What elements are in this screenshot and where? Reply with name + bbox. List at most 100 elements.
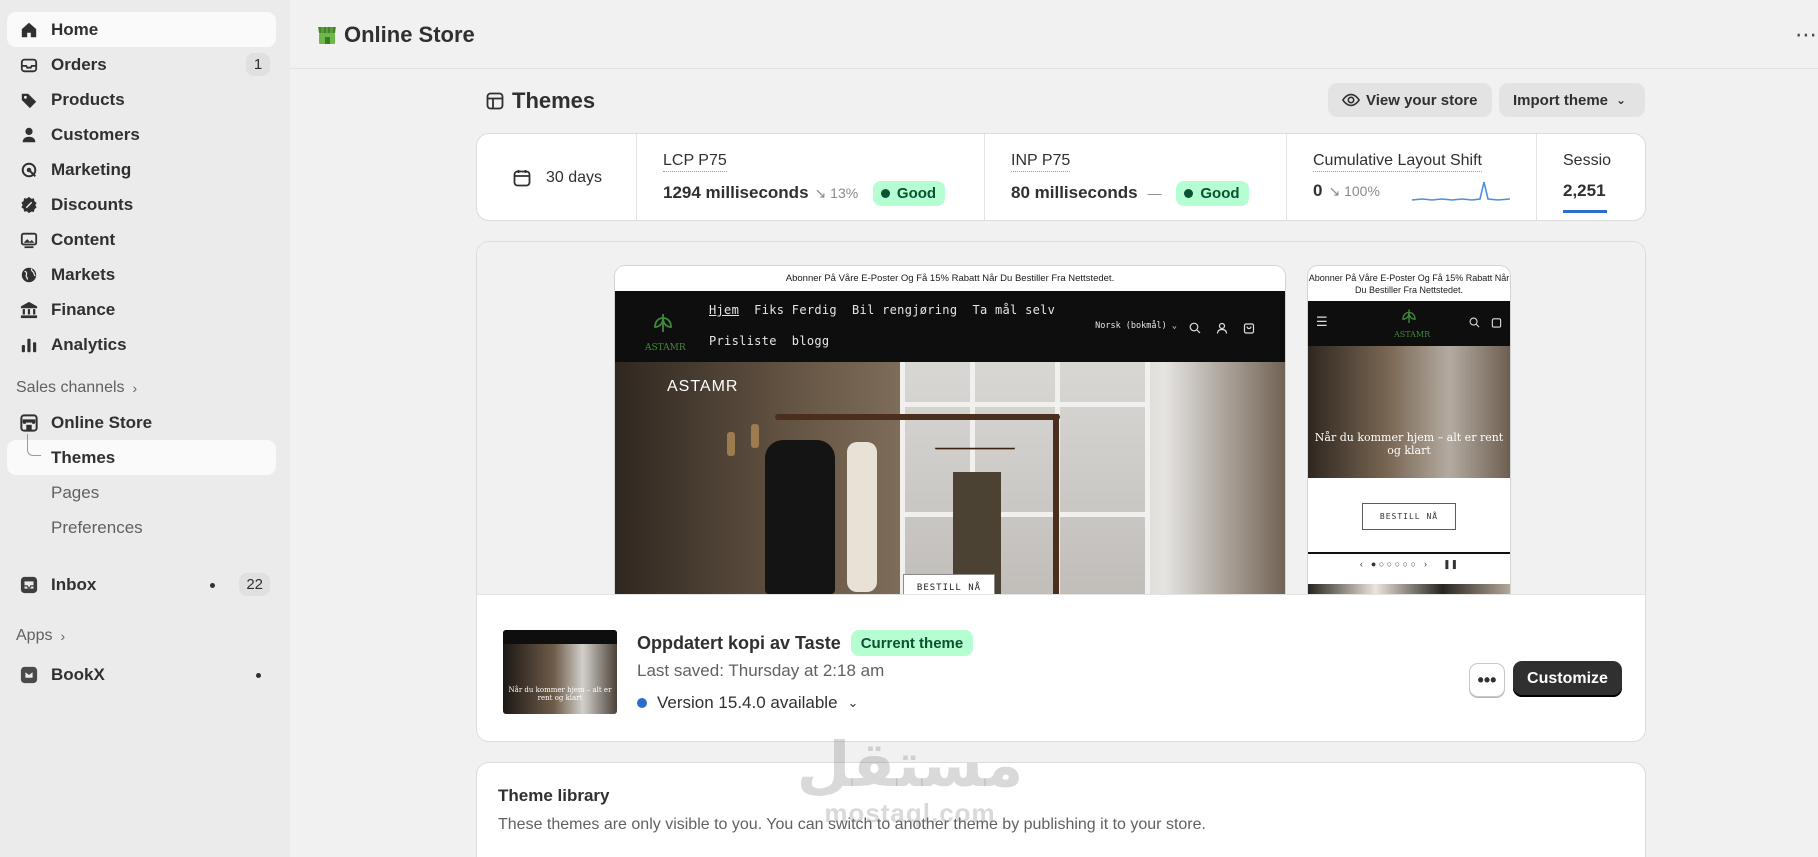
store-logo xyxy=(654,314,672,332)
theme-name: Oppdatert kopi av Taste xyxy=(637,632,841,653)
chevron-down-icon: ⌄ xyxy=(1616,93,1627,107)
lcp-metric[interactable]: LCP P75 1294 milliseconds ↘ 13% Good xyxy=(637,134,985,220)
sidebar-item-customers[interactable]: Customers xyxy=(7,117,276,152)
web-performance-metrics: 30 days LCP P75 1294 milliseconds ↘ 13% G… xyxy=(476,133,1646,221)
unread-dot xyxy=(256,673,261,678)
chevron-left-icon[interactable]: ‹ xyxy=(1360,559,1363,569)
date-range-picker[interactable]: 30 days xyxy=(477,134,637,220)
sidebar-item-preferences[interactable]: Preferences xyxy=(7,510,276,545)
sidebar-item-content[interactable]: Content xyxy=(7,222,276,257)
target-icon xyxy=(20,161,38,179)
more-actions-icon[interactable]: ⋯ xyxy=(1795,22,1818,48)
search-icon[interactable] xyxy=(1189,322,1201,334)
bank-icon xyxy=(20,301,38,319)
chevron-right-icon: › xyxy=(132,379,138,396)
home-icon xyxy=(20,21,38,39)
calendar-icon xyxy=(513,169,531,192)
version-available-dropdown[interactable]: Version 15.4.0 available ⌄ xyxy=(637,693,858,713)
view-store-button[interactable]: View your store xyxy=(1328,83,1492,117)
sidebar-item-finance[interactable]: Finance xyxy=(7,292,276,327)
cls-metric[interactable]: Cumulative Layout Shift 0 ↘ 100% xyxy=(1287,134,1537,220)
top-bar: Online Store ⋯ xyxy=(290,0,1818,69)
theme-actions-button[interactable]: ••• xyxy=(1469,663,1505,697)
announcement-bar: Abonner På Våre E-Poster Og Få 15% Rabat… xyxy=(615,266,1285,291)
theme-library-description: These themes are only visible to you. Yo… xyxy=(498,816,1206,833)
sidebar-item-themes[interactable]: Themes xyxy=(7,434,276,475)
current-theme-row: Når du kommer hjem – alt er rent og klar… xyxy=(477,594,1645,741)
desktop-preview[interactable]: Abonner På Våre E-Poster Og Få 15% Rabat… xyxy=(615,266,1285,594)
sessions-sparkline xyxy=(1563,210,1607,213)
inbox-app-icon xyxy=(20,576,38,594)
tree-branch xyxy=(27,434,41,456)
sidebar-item-markets[interactable]: Markets xyxy=(7,257,276,292)
cls-value: 0 xyxy=(1313,181,1323,200)
theme-library: Theme library These themes are only visi… xyxy=(476,762,1646,857)
chevron-down-icon: ⌄ xyxy=(847,695,859,710)
online-store-icon xyxy=(316,24,338,46)
cart-icon[interactable] xyxy=(1243,322,1255,334)
cls-delta: ↘ 100% xyxy=(1328,183,1380,199)
inp-delta: — xyxy=(1147,184,1162,201)
cls-sparkline xyxy=(1412,181,1510,201)
mobile-header: ☰ ASTAMR xyxy=(1308,301,1510,346)
hero-image: ASTAMR BESTILL NÅ xyxy=(615,362,1285,594)
menu-icon[interactable]: ☰ xyxy=(1316,314,1328,330)
sidebar-item-online-store[interactable]: Online Store xyxy=(7,405,276,440)
nav-link-bil[interactable]: Bil rengjøring xyxy=(852,303,957,317)
sidebar-item-analytics[interactable]: Analytics xyxy=(7,327,276,362)
sidebar-item-bookx[interactable]: BookX xyxy=(7,657,276,692)
theme-library-title: Theme library xyxy=(498,786,610,805)
orders-count-badge: 1 xyxy=(246,53,270,76)
mobile-hero-image: Når du kommer hjem – alt er rent og klar… xyxy=(1308,346,1510,478)
import-theme-button[interactable]: Import theme ⌄ xyxy=(1499,83,1645,117)
lcp-value: 1294 milliseconds xyxy=(663,182,809,202)
nav-link-fiks-ferdig[interactable]: Fiks Ferdig xyxy=(754,303,837,317)
slideshow-controls[interactable]: ‹ ● ○ ○ ○ ○ ○ › ❚❚ xyxy=(1308,552,1510,574)
apps-heading[interactable]: Apps › xyxy=(7,618,276,653)
chevron-right-icon[interactable]: › xyxy=(1424,559,1427,569)
globe-icon xyxy=(20,266,38,284)
chevron-right-icon: › xyxy=(60,627,66,644)
hero-brand: ASTAMR xyxy=(667,378,739,395)
lcp-delta: ↘ 13% xyxy=(814,184,859,201)
hero-cta-button[interactable]: BESTILL NÅ xyxy=(903,574,995,594)
mobile-cta-button[interactable]: BESTILL NÅ xyxy=(1362,503,1456,530)
nav-link-home[interactable]: Hjem xyxy=(709,303,739,317)
mobile-logo-text: ASTAMR xyxy=(1394,330,1431,339)
store-logo-text: ASTAMR xyxy=(645,343,686,353)
nav-link-ta-mal[interactable]: Ta mål selv xyxy=(972,303,1055,317)
sessions-metric[interactable]: Sessio 2,251 xyxy=(1537,134,1645,220)
last-saved-text: Last saved: Thursday at 2:18 am xyxy=(637,661,885,680)
current-theme-badge: Current theme xyxy=(850,630,974,656)
nav-link-prisliste[interactable]: Prisliste xyxy=(709,334,777,348)
storefront-header: ASTAMR Hjem Fiks Ferdig Bil rengjøring T… xyxy=(615,291,1285,362)
sidebar-item-pages[interactable]: Pages xyxy=(7,475,276,510)
inbox-count-badge: 22 xyxy=(239,573,270,596)
language-selector[interactable]: Norsk (bokmål) ⌄ xyxy=(1095,321,1177,331)
bar-chart-icon xyxy=(20,336,38,354)
theme-preview-area[interactable]: Abonner På Våre E-Poster Og Få 15% Rabat… xyxy=(477,242,1645,594)
current-theme-card: Abonner På Våre E-Poster Og Få 15% Rabat… xyxy=(476,241,1646,742)
sidebar-item-inbox[interactable]: Inbox 22 xyxy=(7,567,276,602)
sidebar-item-marketing[interactable]: Marketing xyxy=(7,152,276,187)
sidebar-item-products[interactable]: Products xyxy=(7,82,276,117)
sales-channels-heading[interactable]: Sales channels › xyxy=(7,370,276,405)
store-icon xyxy=(20,414,38,432)
inp-metric[interactable]: INP P75 80 milliseconds — Good xyxy=(985,134,1287,220)
sidebar-item-home[interactable]: Home xyxy=(7,12,276,47)
mobile-announcement-bar: Abonner På Våre E-Poster Og Få 15% Rabat… xyxy=(1308,273,1510,295)
pause-icon[interactable]: ❚❚ xyxy=(1443,559,1458,570)
account-icon[interactable] xyxy=(1216,322,1228,334)
nav-link-blogg[interactable]: blogg xyxy=(792,334,830,348)
page-title: Online Store xyxy=(344,22,475,47)
content-icon xyxy=(20,231,38,249)
unread-dot xyxy=(210,583,215,588)
search-icon[interactable] xyxy=(1469,317,1480,328)
sidebar-item-orders[interactable]: Orders 1 xyxy=(7,47,276,82)
cart-icon[interactable] xyxy=(1491,317,1502,328)
sidebar-item-discounts[interactable]: Discounts xyxy=(7,187,276,222)
customize-button[interactable]: Customize xyxy=(1513,661,1622,697)
lcp-status-badge: Good xyxy=(872,181,946,206)
tag-icon xyxy=(20,91,38,109)
mobile-preview[interactable]: Abonner På Våre E-Poster Og Få 15% Rabat… xyxy=(1308,266,1510,594)
